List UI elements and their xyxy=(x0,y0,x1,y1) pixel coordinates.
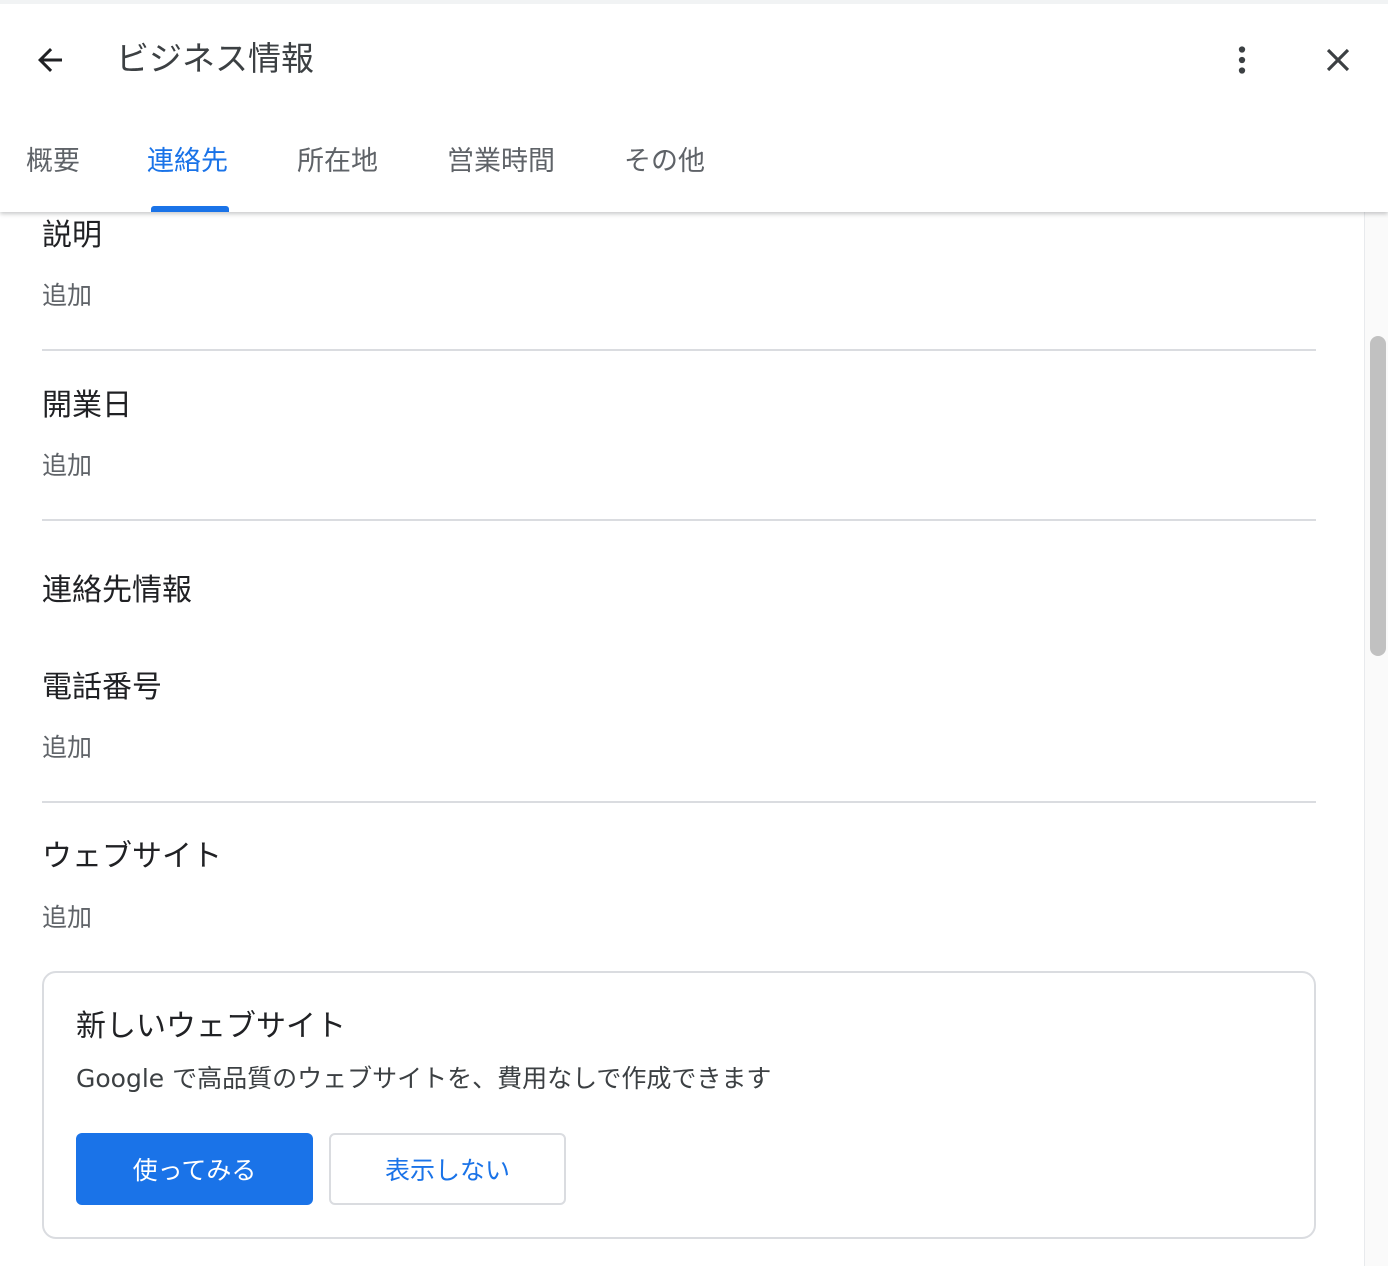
top-border xyxy=(0,0,1388,4)
close-icon xyxy=(1326,48,1350,72)
arrow-back-icon xyxy=(38,48,62,72)
new-website-card: 新しいウェブサイト Google で高品質のウェブサイトを、費用なしで作成できま… xyxy=(42,971,1316,1239)
opening-date-add-link[interactable]: 追加 xyxy=(42,448,92,484)
try-it-button[interactable]: 使ってみる xyxy=(76,1133,313,1205)
tab-more[interactable]: その他 xyxy=(624,142,705,182)
tab-contact[interactable]: 連絡先 xyxy=(147,142,228,182)
website-label: ウェブサイト xyxy=(42,839,222,874)
more-options-button[interactable] xyxy=(1216,34,1268,86)
opening-date-label: 開業日 xyxy=(42,388,132,423)
card-description: Google で高品質のウェブサイトを、費用なしで作成できます xyxy=(76,1064,772,1093)
description-add-link[interactable]: 追加 xyxy=(42,278,92,314)
tab-location[interactable]: 所在地 xyxy=(297,142,378,182)
description-label: 説明 xyxy=(42,218,102,253)
website-add-link[interactable]: 追加 xyxy=(42,900,92,936)
dismiss-button[interactable]: 表示しない xyxy=(329,1133,566,1205)
more-vert-icon xyxy=(1238,46,1246,74)
divider xyxy=(42,349,1316,351)
active-tab-indicator xyxy=(151,206,229,212)
card-title: 新しいウェブサイト xyxy=(76,1009,346,1044)
back-button[interactable] xyxy=(22,34,78,86)
phone-label: 電話番号 xyxy=(42,670,162,705)
close-button[interactable] xyxy=(1310,34,1366,86)
panel-header: ビジネス情報 概要 連絡先 所在地 営業時間 その他 xyxy=(0,0,1388,212)
page-title: ビジネス情報 xyxy=(116,39,314,78)
phone-add-link[interactable]: 追加 xyxy=(42,730,92,766)
tab-hours[interactable]: 営業時間 xyxy=(447,142,555,182)
scrollbar-thumb[interactable] xyxy=(1370,336,1386,656)
tab-overview[interactable]: 概要 xyxy=(26,142,80,182)
divider xyxy=(42,519,1316,521)
divider xyxy=(42,801,1316,803)
contact-info-heading: 連絡先情報 xyxy=(42,573,192,608)
content-area: 説明 追加 開業日 追加 連絡先情報 電話番号 追加 ウェブサイト 追加 新しい… xyxy=(0,212,1362,1266)
